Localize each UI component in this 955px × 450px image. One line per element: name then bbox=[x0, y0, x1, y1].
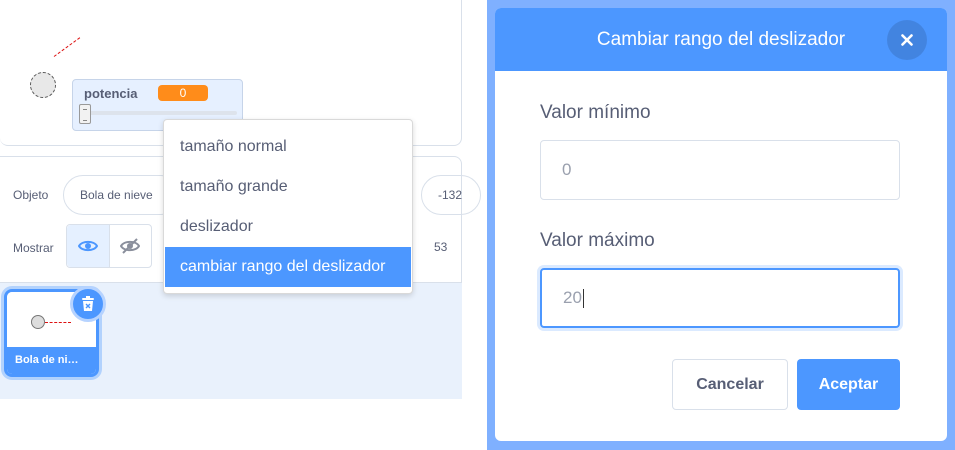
eye-icon bbox=[77, 240, 98, 252]
menu-item-large-size[interactable]: tamaño grande bbox=[164, 167, 412, 207]
trash-icon bbox=[82, 296, 94, 311]
size-value[interactable]: 53 bbox=[434, 240, 447, 254]
variable-value-badge: 0 bbox=[158, 85, 208, 101]
eye-slash-icon bbox=[120, 238, 141, 254]
cancel-button[interactable]: Cancelar bbox=[672, 359, 788, 410]
sprite-snowball[interactable] bbox=[30, 72, 56, 98]
close-icon bbox=[901, 34, 913, 46]
x-position-input[interactable]: -132 bbox=[421, 175, 481, 215]
slider-context-menu: tamaño normal tamaño grande deslizador c… bbox=[163, 119, 413, 294]
modal-content: Cambiar rango del deslizador Valor mínim… bbox=[495, 8, 947, 441]
min-value-label: Valor mínimo bbox=[540, 102, 651, 123]
max-value-label: Valor máximo bbox=[540, 230, 655, 251]
sprite-tile-name: Bola de ni… bbox=[7, 347, 96, 374]
modal-title: Cambiar rango del deslizador bbox=[596, 29, 846, 50]
hide-sprite-button[interactable] bbox=[110, 225, 152, 267]
sprite-label: Objeto bbox=[13, 188, 49, 202]
accept-button[interactable]: Aceptar bbox=[797, 359, 900, 410]
change-slider-range-modal: Cambiar rango del deslizador Valor mínim… bbox=[487, 0, 955, 450]
slider-track[interactable] bbox=[79, 111, 237, 115]
thumbnail-line bbox=[45, 322, 71, 323]
slider-thumb[interactable] bbox=[79, 104, 91, 124]
show-sprite-button[interactable] bbox=[67, 225, 110, 267]
menu-item-change-slider-range[interactable]: cambiar rango del deslizador bbox=[165, 247, 411, 287]
modal-header: Cambiar rango del deslizador bbox=[495, 8, 947, 71]
max-value-text: 20 bbox=[563, 288, 582, 307]
delete-sprite-button[interactable] bbox=[70, 286, 106, 322]
modal-close-button[interactable] bbox=[887, 20, 927, 60]
min-value-input[interactable]: 0 bbox=[540, 140, 900, 200]
max-value-input[interactable]: 20 bbox=[540, 268, 900, 328]
menu-item-normal-size[interactable]: tamaño normal bbox=[164, 127, 412, 167]
thumbnail-ball bbox=[31, 315, 45, 329]
visibility-toggle-group bbox=[66, 224, 152, 268]
text-caret bbox=[582, 289, 584, 309]
variable-name-label: potencia bbox=[84, 86, 138, 101]
show-label: Mostrar bbox=[13, 241, 54, 255]
sprite-direction-line bbox=[53, 37, 81, 57]
menu-item-slider[interactable]: deslizador bbox=[164, 207, 412, 247]
